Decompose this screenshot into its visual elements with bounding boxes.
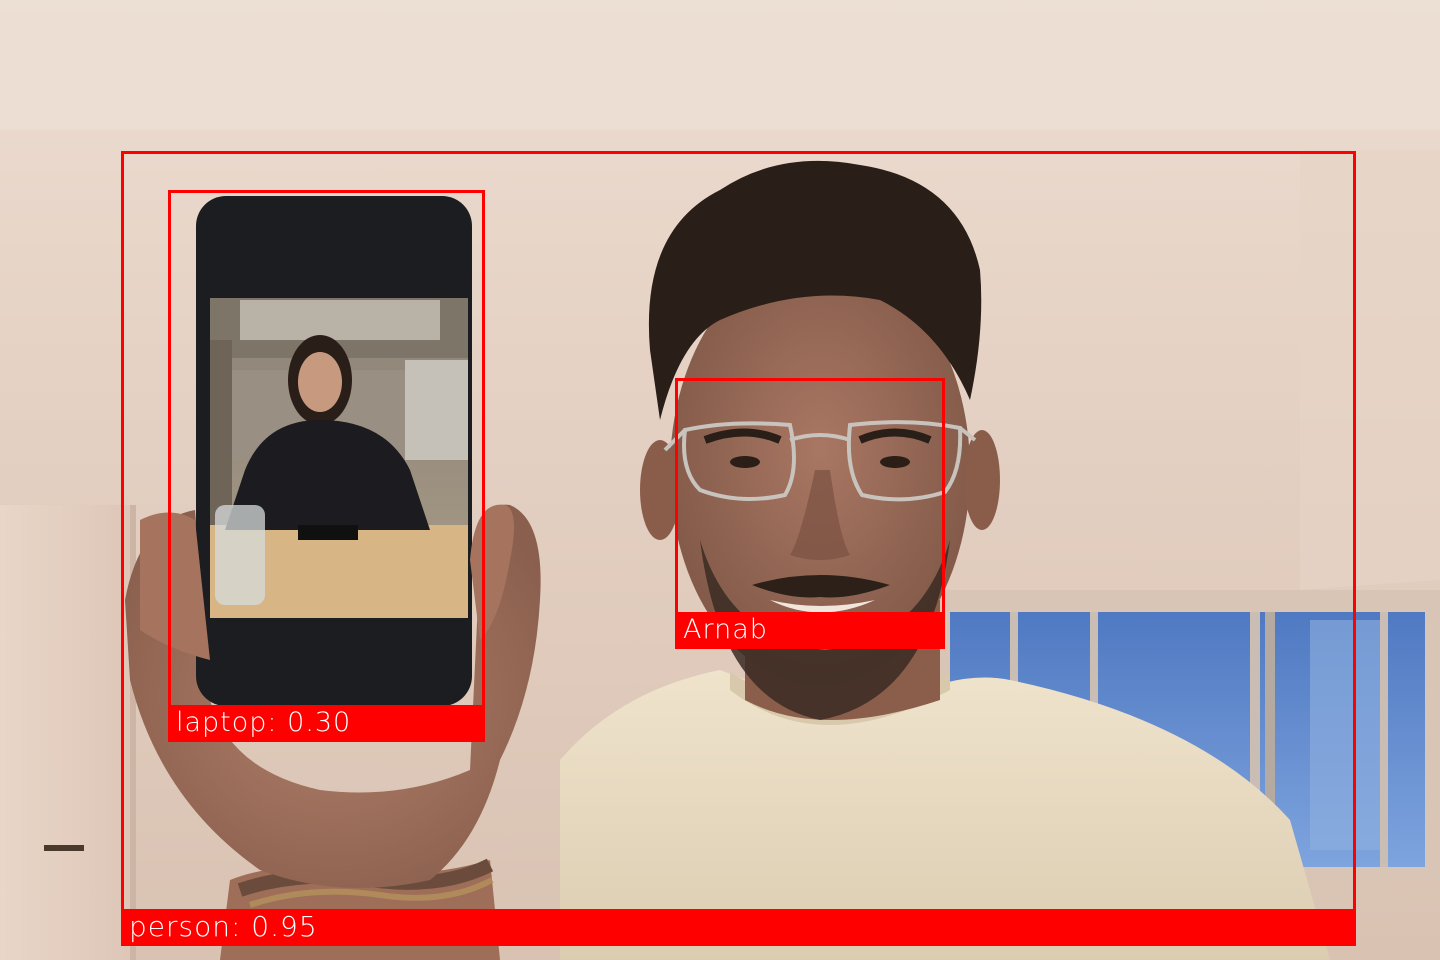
person-detection-label: person: 0.95 <box>121 909 1356 945</box>
laptop-detection-label: laptop: 0.30 <box>168 705 485 741</box>
door-handle <box>44 845 84 851</box>
ceiling <box>0 0 1440 130</box>
camera-frame: person: 0.95 laptop: 0.30 Arnab <box>0 0 1440 960</box>
face-recognition-box <box>675 378 945 649</box>
face-recognition-label: Arnab <box>675 612 945 648</box>
door <box>0 505 135 960</box>
laptop-detection-box <box>168 190 485 742</box>
